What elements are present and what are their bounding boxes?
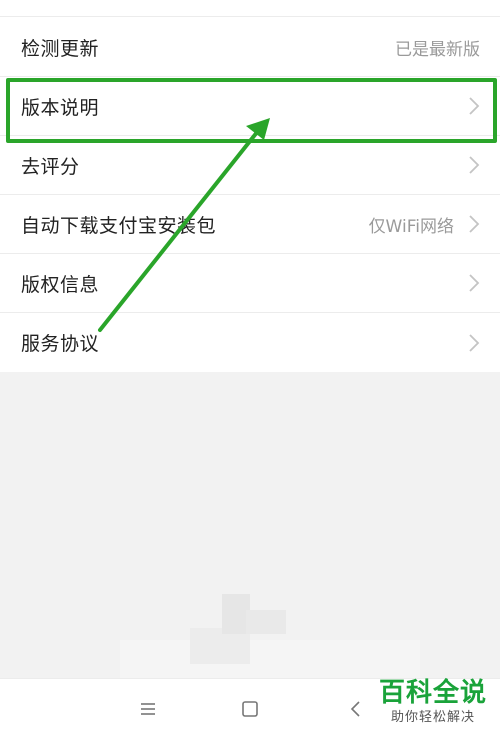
chevron-right-icon [469, 274, 480, 292]
watermark-subtitle: 助你轻松解决 [390, 710, 475, 725]
settings-item-service-agreement[interactable]: 服务协议 [0, 313, 500, 372]
chevron-right-icon [469, 156, 480, 174]
settings-item-rate[interactable]: 去评分 [0, 136, 500, 195]
blurred-region [120, 640, 420, 680]
settings-item-value: 已是最新版 [395, 39, 480, 60]
settings-item-label: 版本说明 [21, 96, 100, 119]
settings-item-label: 去评分 [21, 155, 80, 178]
settings-item-value: 仅WiFi网络 [368, 216, 454, 237]
watermark-title: 百科全说 [378, 678, 487, 708]
chevron-right-icon [469, 333, 480, 352]
menu-icon[interactable] [136, 697, 160, 721]
settings-item-label: 版权信息 [21, 273, 100, 296]
settings-item-label: 自动下载支付宝安装包 [21, 214, 217, 237]
settings-item-auto-download[interactable]: 自动下载支付宝安装包 仅WiFi网络 [0, 195, 500, 254]
settings-item-check-update[interactable]: 检测更新 已是最新版 [0, 18, 500, 77]
back-icon[interactable] [344, 697, 368, 721]
watermark-logo: 百科全说 助你轻松解决 [375, 676, 491, 726]
settings-item-version-notes[interactable]: 版本说明 [0, 77, 500, 136]
chevron-right-icon [469, 97, 480, 115]
settings-item-copyright[interactable]: 版权信息 [0, 254, 500, 313]
settings-item-label: 检测更新 [21, 37, 100, 60]
settings-item-label: 服务协议 [21, 333, 100, 355]
blurred-region [246, 610, 286, 634]
home-icon[interactable] [238, 697, 262, 721]
settings-list: 检测更新 已是最新版 版本说明 去评分 自动下载支付宝安装包 仅WiFi网络 版… [0, 0, 500, 372]
list-top-divider [0, 0, 500, 17]
chevron-right-icon [469, 215, 480, 233]
